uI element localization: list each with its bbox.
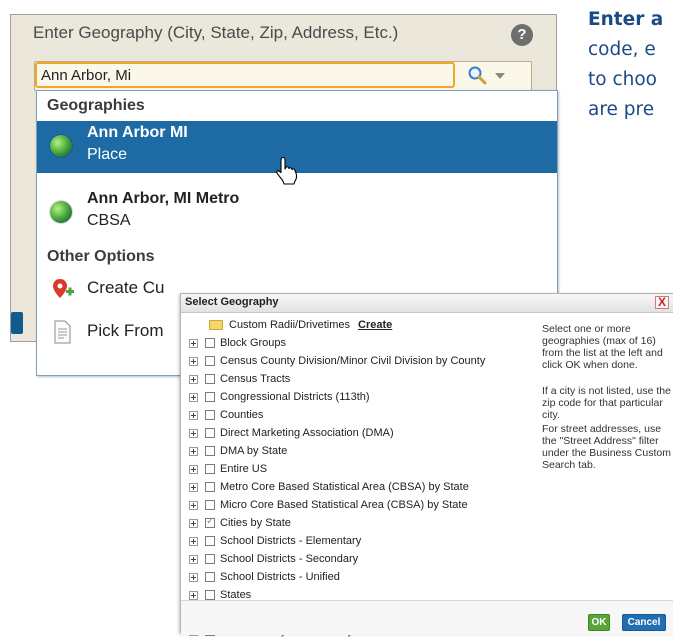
tree-item[interactable]: School Districts - Elementary [189, 534, 544, 550]
other-options-heading: Other Options [47, 248, 155, 265]
tree-item-checkbox[interactable] [205, 446, 215, 456]
dialog-titlebar: Select Geography X [181, 294, 673, 313]
tree-item-checkbox[interactable] [205, 482, 215, 492]
collapse-tab[interactable] [11, 312, 23, 334]
folder-icon [209, 320, 223, 330]
tree-item[interactable]: Census County Division/Minor Civil Divis… [189, 354, 544, 370]
expand-icon[interactable] [189, 465, 198, 474]
tree-item-checkbox[interactable] [205, 374, 215, 384]
tree-item-label: Entire US [220, 463, 268, 475]
tree-item-label: Direct Marketing Association (DMA) [220, 427, 394, 439]
tree-item-label: Micro Core Based Statistical Area (CBSA)… [220, 499, 468, 511]
tree-item-custom-radii: Custom Radii/Drivetimes Create [189, 318, 544, 334]
help-paragraph: For street addresses, use the "Street Ad… [542, 423, 671, 471]
folder-label: Custom Radii/Drivetimes Create [229, 319, 392, 331]
expand-icon[interactable] [189, 555, 198, 564]
result-name: Ann Arbor MI [87, 124, 188, 141]
geography-search-input[interactable] [41, 64, 451, 86]
tree-item-checkbox[interactable] [205, 392, 215, 402]
expand-icon[interactable] [189, 357, 198, 366]
tree-item-checkbox[interactable] [205, 338, 215, 348]
tree-item[interactable]: School Districts - Unified [189, 570, 544, 586]
tree-item-checkbox[interactable] [205, 572, 215, 582]
help-icon[interactable]: ? [511, 24, 533, 46]
create-link[interactable]: Create [358, 319, 392, 331]
dialog-footer: OK Cancel [181, 600, 673, 635]
geography-search-box [34, 61, 532, 91]
globe-icon [50, 201, 72, 223]
tree-item[interactable]: Metro Core Based Statistical Area (CBSA)… [189, 480, 544, 496]
tree-item[interactable]: DMA by State [189, 444, 544, 460]
tree-item[interactable]: Cities by State [189, 516, 544, 532]
tree-item-checkbox[interactable] [205, 356, 215, 366]
map-pin-add-icon [53, 279, 74, 298]
help-paragraph: Select one or more geographies (max of 1… [542, 323, 663, 371]
tree-item-checkbox[interactable] [205, 464, 215, 474]
dialog-title: Select Geography [185, 296, 279, 308]
tree-item-label: School Districts - Unified [220, 571, 340, 583]
tree-item[interactable]: Micro Core Based Statistical Area (CBSA)… [189, 498, 544, 514]
tree-item-checkbox[interactable] [205, 554, 215, 564]
doc-line-2: code, e [588, 39, 656, 60]
help-paragraph: If a city is not listed, use the zip cod… [542, 385, 671, 421]
expand-icon[interactable] [189, 447, 198, 456]
tree-item-checkbox[interactable] [205, 536, 215, 546]
doc-line-3: to choo [588, 69, 657, 90]
ok-button[interactable]: OK [588, 614, 610, 631]
tree-item-checkbox[interactable] [205, 516, 215, 528]
tree-item-label: Census Tracts [220, 373, 291, 385]
document-list-icon [54, 320, 71, 344]
expand-icon[interactable] [189, 501, 198, 510]
tree-item-checkbox[interactable] [205, 590, 215, 600]
tree-item-checkbox[interactable] [205, 428, 215, 438]
result-type: Place [87, 146, 128, 163]
doc-line-4: are pre [588, 99, 655, 120]
expand-icon[interactable] [189, 537, 198, 546]
expand-icon[interactable] [189, 429, 198, 438]
chevron-down-icon[interactable] [495, 73, 505, 79]
expand-icon[interactable] [189, 519, 198, 528]
hand-cursor-icon [276, 156, 298, 185]
expand-icon[interactable] [189, 573, 198, 582]
tree-item-label: Census County Division/Minor Civil Divis… [220, 355, 486, 367]
result-type: CBSA [87, 212, 131, 229]
doc-line-1: Enter a [588, 9, 664, 30]
option-label: Pick From [87, 321, 164, 340]
tree-item[interactable]: Entire US [189, 462, 544, 478]
tree-item-label: Congressional Districts (113th) [220, 391, 370, 403]
expand-icon[interactable] [189, 375, 198, 384]
result-item-ann-arbor-metro[interactable]: Ann Arbor, MI Metro CBSA [37, 187, 557, 239]
expand-icon[interactable] [189, 483, 198, 492]
geographies-heading: Geographies [47, 97, 145, 114]
tree-item-label: DMA by State [220, 445, 288, 457]
tree-item-label: School Districts - Elementary [220, 535, 362, 547]
tree-item-label: Block Groups [220, 337, 287, 349]
tree-item-label: School Districts - Secondary [220, 553, 359, 565]
tree-item-checkbox[interactable] [205, 410, 215, 420]
close-icon[interactable]: X [655, 296, 669, 309]
select-geography-dialog: Select Geography X Custom Radii/Drivetim… [180, 293, 673, 637]
globe-icon [50, 135, 72, 157]
tree-item-label: Cities by State [220, 517, 291, 529]
tree-item[interactable]: Direct Marketing Association (DMA) [189, 426, 544, 442]
expand-icon[interactable] [189, 411, 198, 420]
search-icon[interactable] [467, 65, 487, 85]
cancel-button[interactable]: Cancel [622, 614, 666, 631]
folder-item-label: Custom Radii/Drivetimes [229, 319, 351, 331]
tree-item[interactable]: Census Tracts [189, 372, 544, 388]
tree-item[interactable]: Congressional Districts (113th) [189, 390, 544, 406]
tree-item-label: Counties [220, 409, 264, 421]
tree-item-checkbox[interactable] [205, 500, 215, 510]
tree-item[interactable]: School Districts - Secondary [189, 552, 544, 568]
expand-icon[interactable] [189, 591, 198, 600]
expand-icon[interactable] [189, 393, 198, 402]
tree-item-label: Metro Core Based Statistical Area (CBSA)… [220, 481, 469, 493]
tree-item[interactable]: Counties [189, 408, 544, 424]
result-name: Ann Arbor, MI Metro [87, 190, 240, 207]
geography-panel-title: Enter Geography (City, State, Zip, Addre… [33, 23, 399, 42]
tree-item[interactable]: Block Groups [189, 336, 544, 352]
expand-icon[interactable] [189, 339, 198, 348]
option-label: Create Cu [87, 278, 165, 297]
